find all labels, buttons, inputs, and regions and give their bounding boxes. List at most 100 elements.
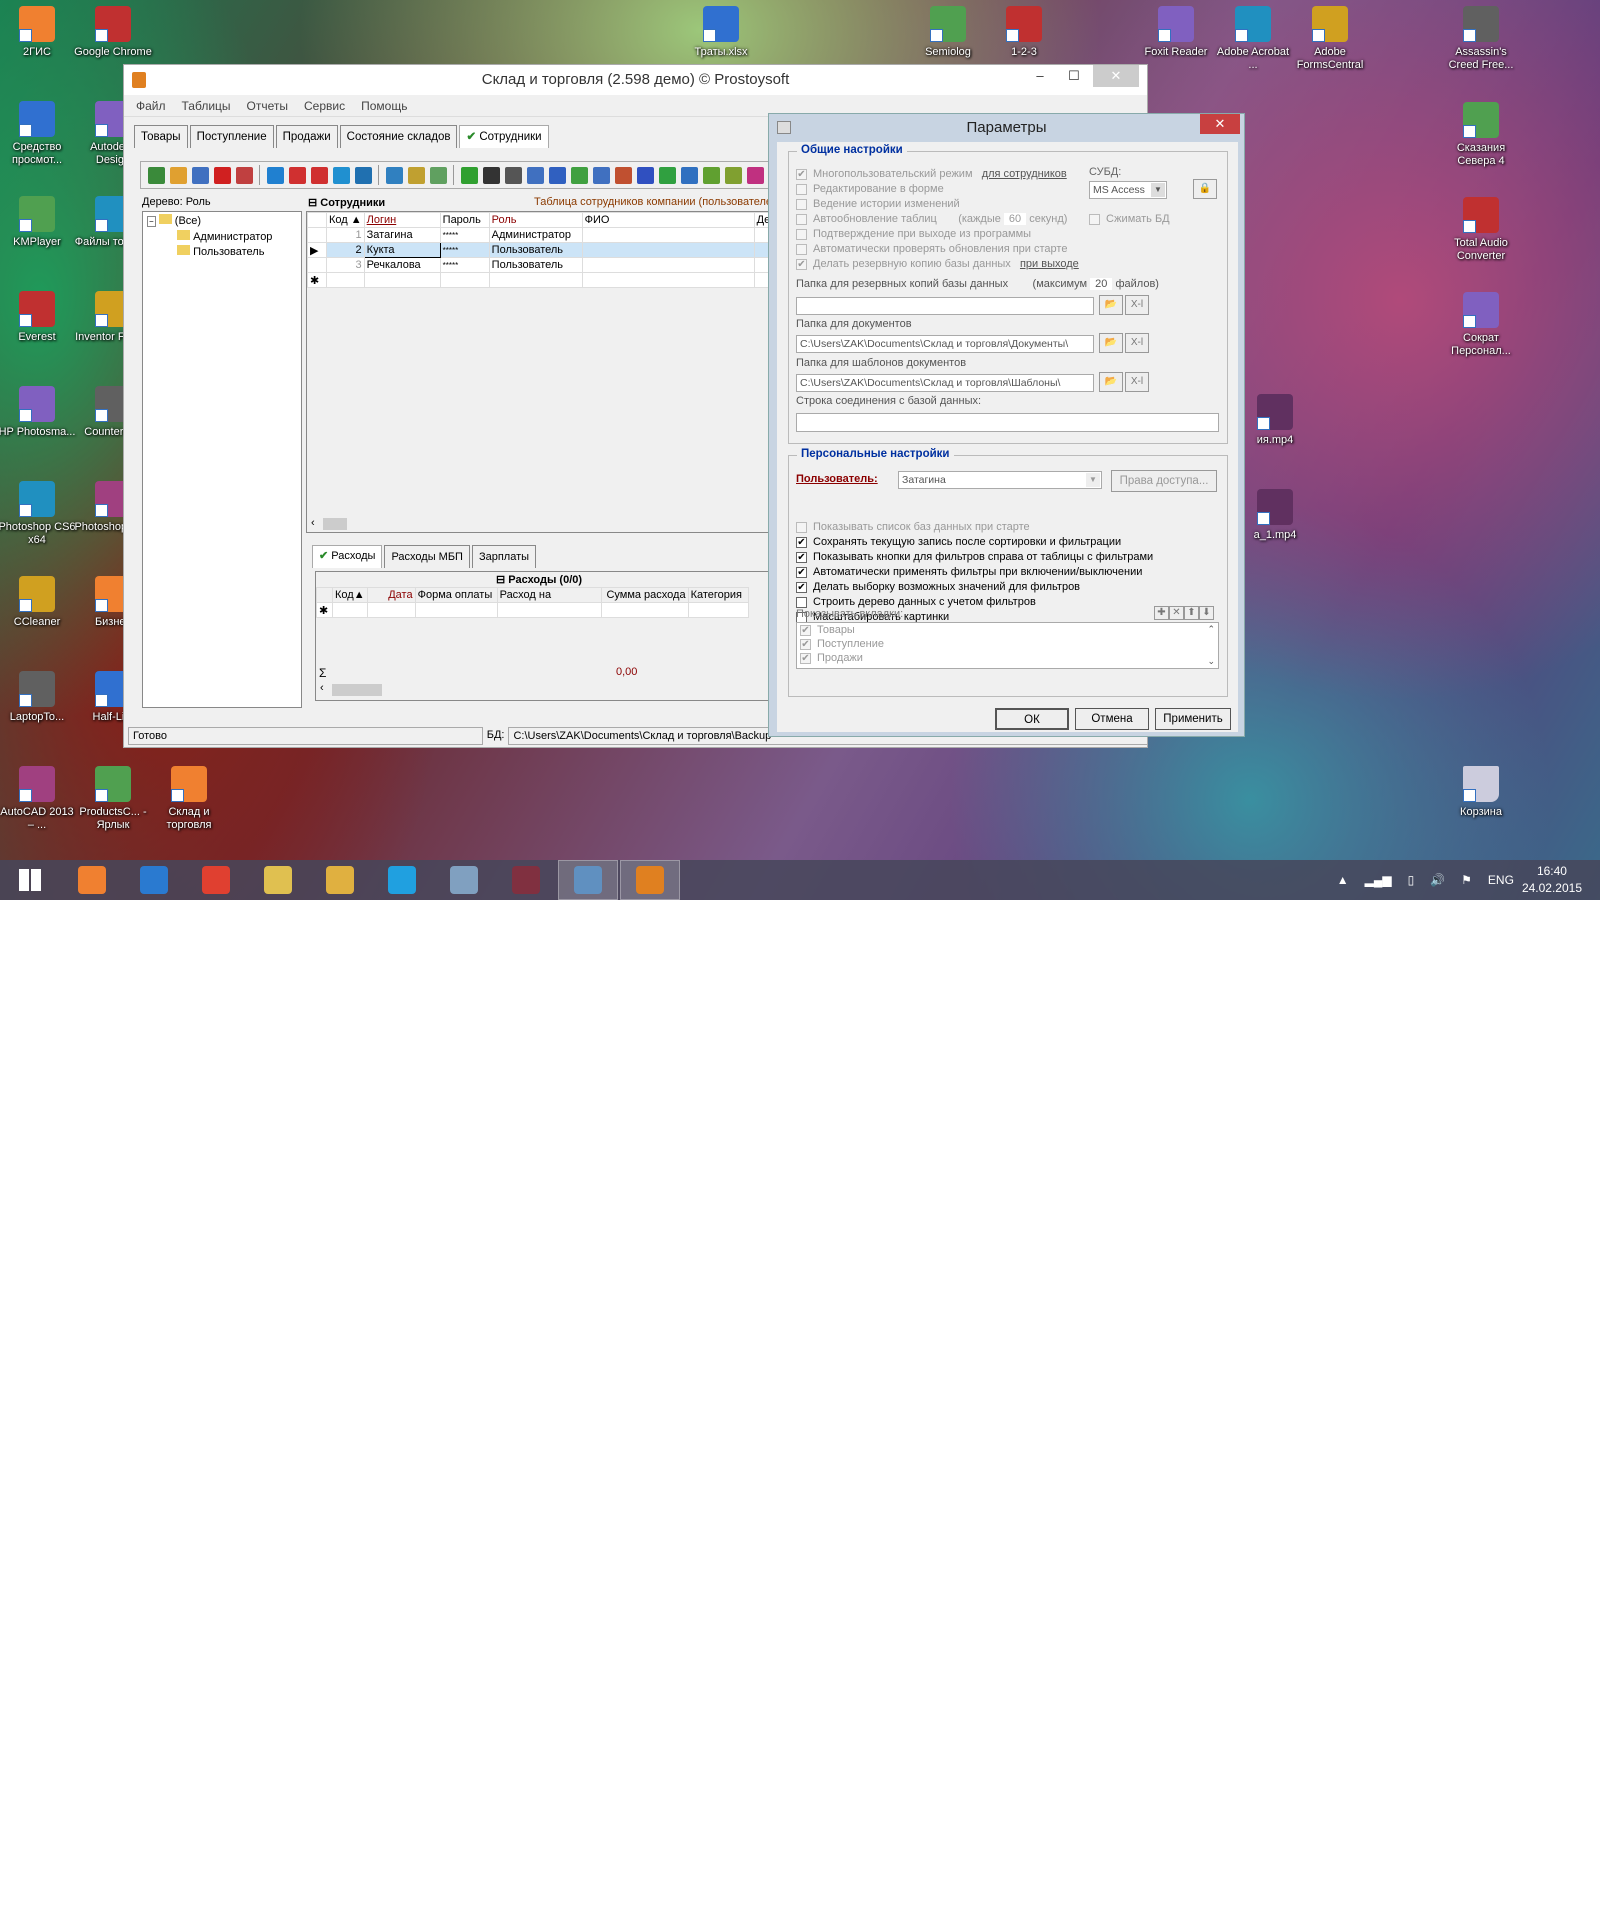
- tab-expenses-mbp[interactable]: Расходы МБП: [384, 545, 470, 568]
- apply-button[interactable]: Применить: [1155, 708, 1231, 730]
- cancel-button[interactable]: Отмена: [1075, 708, 1149, 730]
- desktop-icon[interactable]: Сократ Персонал...: [1441, 290, 1521, 385]
- multiuser-checkbox[interactable]: ✔ Многопользовательский режим для сотрудн…: [796, 168, 1067, 180]
- option-checkbox[interactable]: ✔ Показывать кнопки для фильтров справа о…: [796, 551, 1153, 563]
- toolbar-button-icon[interactable]: [385, 166, 403, 184]
- desktop-icon[interactable]: KMPlayer: [0, 194, 77, 289]
- dbms-select[interactable]: MS Access ▼: [1089, 181, 1167, 199]
- taskbar-mail[interactable]: [310, 860, 370, 900]
- confirm-exit-checkbox[interactable]: Подтверждение при выходе из программы: [796, 228, 1031, 240]
- edit-form-checkbox[interactable]: Редактирование в форме: [796, 183, 944, 195]
- refresh-seconds-input[interactable]: 60: [1003, 213, 1027, 225]
- backup-folder-input[interactable]: [796, 297, 1094, 315]
- desktop-icon[interactable]: Everest: [0, 289, 77, 384]
- option-checkbox[interactable]: ✔ Автоматически применять фильтры при вкл…: [796, 566, 1142, 578]
- toolbar-button-icon[interactable]: [354, 166, 372, 184]
- toolbar-button-icon[interactable]: [310, 166, 328, 184]
- tab-receipts[interactable]: Поступление: [189, 125, 274, 148]
- new-row[interactable]: ✱: [316, 602, 749, 618]
- desktop-icon[interactable]: ProductsC... - Ярлык: [73, 764, 153, 859]
- desktop-icon[interactable]: Траты.xlsx: [681, 4, 761, 59]
- clear-button[interactable]: X-l: [1125, 372, 1149, 392]
- tab-sales[interactable]: Продажи: [275, 125, 338, 148]
- desktop-icon[interactable]: Photoshop CS6 x64: [0, 479, 77, 574]
- col-fio[interactable]: ФИО: [581, 212, 755, 228]
- table-row[interactable]: ▶ 2 Кукта ***** Пользователь: [307, 242, 815, 258]
- taskbar-2gis[interactable]: [62, 860, 122, 900]
- toolbar-button-icon[interactable]: [614, 166, 632, 184]
- col-role[interactable]: Роль: [488, 212, 583, 228]
- tab-stock[interactable]: Состояние складов: [339, 125, 458, 148]
- option-checkbox[interactable]: Показывать список баз данных при старте: [796, 521, 1030, 533]
- toolbar-button-icon[interactable]: [570, 166, 588, 184]
- toolbar-button-icon[interactable]: [504, 166, 522, 184]
- col-sum[interactable]: Сумма расхода: [600, 587, 689, 603]
- backup-checkbox[interactable]: ✔ Делать резервную копию базы данных при …: [796, 258, 1079, 270]
- close-button[interactable]: ✕: [1200, 114, 1240, 134]
- desktop-icon[interactable]: Total Audio Converter: [1441, 195, 1521, 290]
- taskbar-winrar[interactable]: [496, 860, 556, 900]
- minimize-button[interactable]: –: [1023, 65, 1057, 87]
- toolbar-button-icon[interactable]: [746, 166, 764, 184]
- toolbar-button-icon[interactable]: [213, 166, 231, 184]
- language-indicator[interactable]: ENG: [1488, 873, 1514, 887]
- toolbar-button-icon[interactable]: [147, 166, 165, 184]
- col-payment[interactable]: Форма оплаты: [414, 587, 498, 603]
- maximize-button[interactable]: ☐: [1057, 65, 1091, 87]
- user-select[interactable]: Затагина ▼: [898, 471, 1102, 489]
- browse-folder-button[interactable]: 📂: [1099, 295, 1123, 315]
- tab-list-item[interactable]: ✔ Товары: [800, 623, 1215, 637]
- toolbar-button-icon[interactable]: [526, 166, 544, 184]
- desktop-icon[interactable]: Склад и торговля: [149, 764, 229, 859]
- tab-employees[interactable]: ✔ Сотрудники: [459, 125, 549, 148]
- tab-list-item[interactable]: ✔ Поступление: [800, 637, 1215, 651]
- toolbar-button-icon[interactable]: [636, 166, 654, 184]
- toolbar-button-icon[interactable]: [266, 166, 284, 184]
- ok-button[interactable]: ОК: [995, 708, 1069, 730]
- col-date[interactable]: Дата: [366, 587, 416, 603]
- arrow-down-icon[interactable]: ⬇: [1199, 606, 1214, 620]
- table-row[interactable]: 3 Речкалова ***** Пользователь: [307, 257, 815, 273]
- toolbar-button-icon[interactable]: [680, 166, 698, 184]
- browse-folder-button[interactable]: 📂: [1099, 372, 1123, 392]
- taskbar-skype[interactable]: [372, 860, 432, 900]
- desktop-icon-video[interactable]: ия.mp4: [1235, 392, 1315, 447]
- desktop-icon[interactable]: 2ГИС: [0, 4, 77, 99]
- toolbar-button-icon[interactable]: [482, 166, 500, 184]
- desktop-icon[interactable]: Сказания Севера 4: [1441, 100, 1521, 195]
- taskbar-paint[interactable]: [434, 860, 494, 900]
- taskbar-control-panel[interactable]: [558, 860, 618, 900]
- tab-list-item[interactable]: ✔ Продажи: [800, 651, 1215, 665]
- tree-node-user[interactable]: Пользователь: [177, 245, 264, 258]
- col-code[interactable]: Код▲: [332, 587, 368, 603]
- signal-icon[interactable]: ▂▄▆: [1365, 873, 1392, 887]
- clear-button[interactable]: X-l: [1125, 295, 1149, 315]
- tab-salaries[interactable]: Зарплаты: [471, 545, 537, 568]
- templates-folder-input[interactable]: C:\Users\ZAK\Documents\Склад и торговля\…: [796, 374, 1094, 392]
- flag-icon[interactable]: ⚑: [1461, 873, 1472, 887]
- autorefresh-checkbox[interactable]: Автообновление таблиц (каждые 60 секунд): [796, 213, 1067, 225]
- toolbar-button-icon[interactable]: [702, 166, 720, 184]
- battery-icon[interactable]: ▯: [1408, 873, 1415, 887]
- menu-reports[interactable]: Отчеты: [247, 99, 288, 113]
- on-exit-link[interactable]: при выходе: [1020, 258, 1079, 270]
- lock-button[interactable]: 🔒: [1193, 179, 1217, 199]
- menu-help[interactable]: Помощь: [361, 99, 407, 113]
- check-updates-checkbox[interactable]: Автоматически проверять обновления при с…: [796, 243, 1067, 255]
- toolbar-button-icon[interactable]: [592, 166, 610, 184]
- access-rights-button[interactable]: Права доступа...: [1111, 470, 1217, 492]
- menu-file[interactable]: Файл: [136, 99, 166, 113]
- menu-tables[interactable]: Таблицы: [182, 99, 231, 113]
- tab-expenses[interactable]: ✔ Расходы: [312, 545, 383, 568]
- desktop-icon[interactable]: 1-2-3: [984, 4, 1064, 59]
- taskbar-start[interactable]: [0, 860, 60, 900]
- toolbar-button-icon[interactable]: [460, 166, 478, 184]
- desktop-icon-video[interactable]: а_1.mp4: [1235, 487, 1315, 542]
- desktop-icon[interactable]: CCleaner: [0, 574, 77, 669]
- volume-icon[interactable]: 🔊: [1430, 873, 1445, 887]
- show-hidden-icons[interactable]: ▲: [1337, 873, 1349, 887]
- tree-node-all[interactable]: − (Все): [147, 214, 201, 227]
- clock[interactable]: 16:40 24.02.2015: [1522, 863, 1582, 897]
- tab-goods[interactable]: Товары: [134, 125, 188, 148]
- toolbar-button-icon[interactable]: [288, 166, 306, 184]
